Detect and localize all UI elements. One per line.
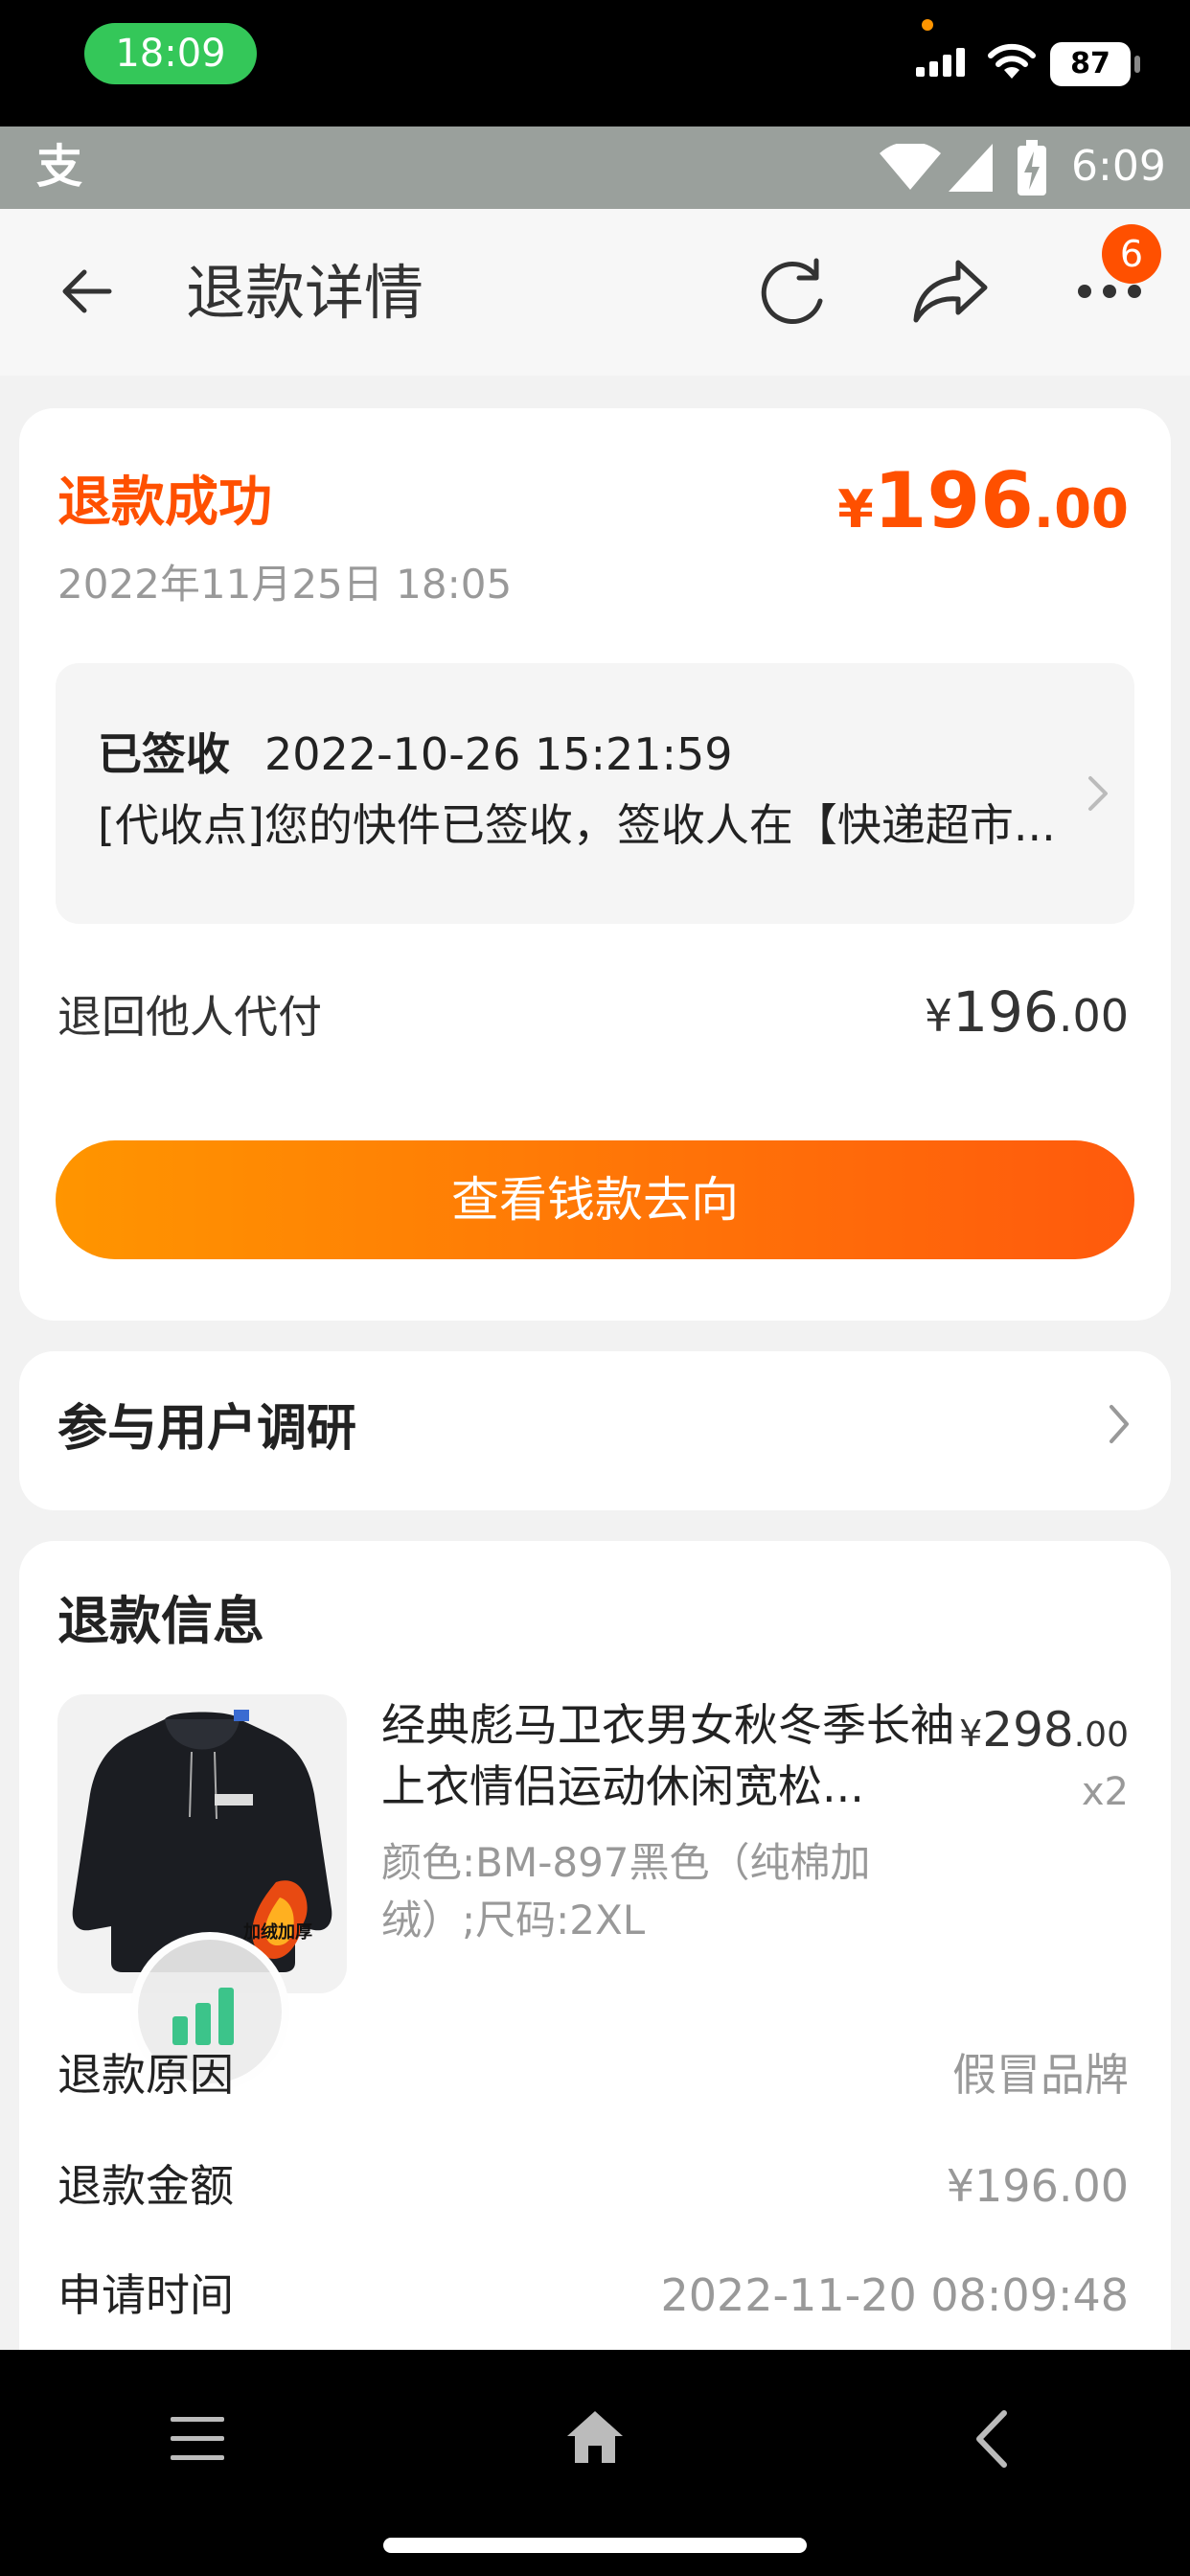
refund-reason-label: 退款原因 <box>57 2049 234 2101</box>
logistics-time: 2022-10-26 15:21:59 <box>264 728 733 780</box>
battery-tip-icon <box>1134 56 1140 73</box>
chevron-right-icon <box>1110 1405 1129 1443</box>
payer-amount: ¥196.00 <box>925 979 1129 1045</box>
currency-symbol: ¥ <box>924 990 953 1042</box>
product-spec: 颜色:BM-897黑色（纯棉加绒）;尺码:2XL <box>381 1839 871 1944</box>
apply-time-label: 申请时间 <box>57 2269 234 2321</box>
cellular-signal-icon <box>916 48 965 77</box>
home-indicator[interactable] <box>383 2538 807 2553</box>
battery-charging-icon <box>1018 140 1046 196</box>
survey-label: 参与用户调研 <box>57 1400 357 1458</box>
chevron-right-icon <box>1088 776 1108 811</box>
app-header: 退款详情 6 <box>0 209 1190 376</box>
survey-card[interactable]: 参与用户调研 <box>19 1351 1171 1510</box>
wifi-icon <box>988 43 1036 79</box>
amount-integer: 196 <box>952 979 1059 1045</box>
refund-status: 退款成功 <box>57 472 272 534</box>
page-title: 退款详情 <box>186 258 424 328</box>
amount-integer: 196 <box>873 456 1034 545</box>
privacy-indicator-dot <box>922 19 933 31</box>
android-status-bar: 支 6:09 <box>0 126 1190 209</box>
refund-date: 2022年11月25日 18:05 <box>57 561 513 608</box>
logistics-panel[interactable]: 已签收 2022-10-26 15:21:59 [代收点]您的快件已签收，签收人… <box>56 663 1134 924</box>
more-icon[interactable] <box>1075 282 1144 301</box>
refund-amount: ¥196.00 <box>837 456 1129 545</box>
menu-icon[interactable] <box>171 2415 224 2463</box>
status-time[interactable]: 18:09 <box>84 23 257 84</box>
price-decimal: .00 <box>1073 1715 1129 1755</box>
payer-label: 退回他人代付 <box>57 991 322 1043</box>
android-nav-bar <box>0 2350 1190 2576</box>
share-icon[interactable] <box>910 257 991 326</box>
signal-icon <box>949 144 993 192</box>
ios-status-bar: 18:09 87 <box>0 0 1190 126</box>
battery-level: 87 <box>1050 42 1131 86</box>
refund-summary-card: 退款成功 ¥196.00 2022年11月25日 18:05 已签收 2022-… <box>19 408 1171 1321</box>
back-icon[interactable] <box>972 2409 1010 2469</box>
refresh-icon[interactable] <box>753 253 832 332</box>
price-integer: 298 <box>982 1702 1074 1758</box>
product-quantity: x2 <box>1081 1770 1129 1814</box>
refund-info-card: 退款信息 加绒加厚 经典彪马卫衣男女秋冬季长袖上衣情侣运动休闲宽松... ¥29… <box>19 1541 1171 2404</box>
wifi-icon <box>880 144 941 190</box>
amount-decimal: .00 <box>1033 478 1129 540</box>
notification-badge: 6 <box>1102 224 1161 284</box>
view-money-flow-button[interactable]: 查看钱款去向 <box>56 1140 1134 1259</box>
alipay-icon: 支 <box>36 140 83 194</box>
logistics-status: 已签收 <box>98 728 230 780</box>
refund-amount-label: 退款金额 <box>57 2160 234 2212</box>
logistics-detail: [代收点]您的快件已签收，签收人在【快递超市... <box>98 799 1056 851</box>
home-icon[interactable] <box>565 2409 625 2465</box>
apply-time-value: 2022-11-20 08:09:48 <box>660 2269 1129 2321</box>
screen: 18:09 87 支 6:09 退款详情 6 退款成功 ¥196.00 2022… <box>0 0 1190 2576</box>
product-name[interactable]: 经典彪马卫衣男女秋冬季长袖上衣情侣运动休闲宽松... <box>381 1694 956 1817</box>
refund-reason-value: 假冒品牌 <box>952 2049 1129 2101</box>
back-arrow-icon[interactable] <box>57 263 115 320</box>
currency-symbol: ¥ <box>959 1713 983 1755</box>
product-price: ¥298.00 <box>959 1702 1129 1758</box>
system-time: 6:09 <box>1071 142 1166 191</box>
amount-decimal: .00 <box>1058 990 1129 1042</box>
currency-symbol: ¥ <box>837 479 874 540</box>
refund-amount-value: ¥196.00 <box>946 2160 1129 2212</box>
section-title: 退款信息 <box>57 1591 264 1651</box>
